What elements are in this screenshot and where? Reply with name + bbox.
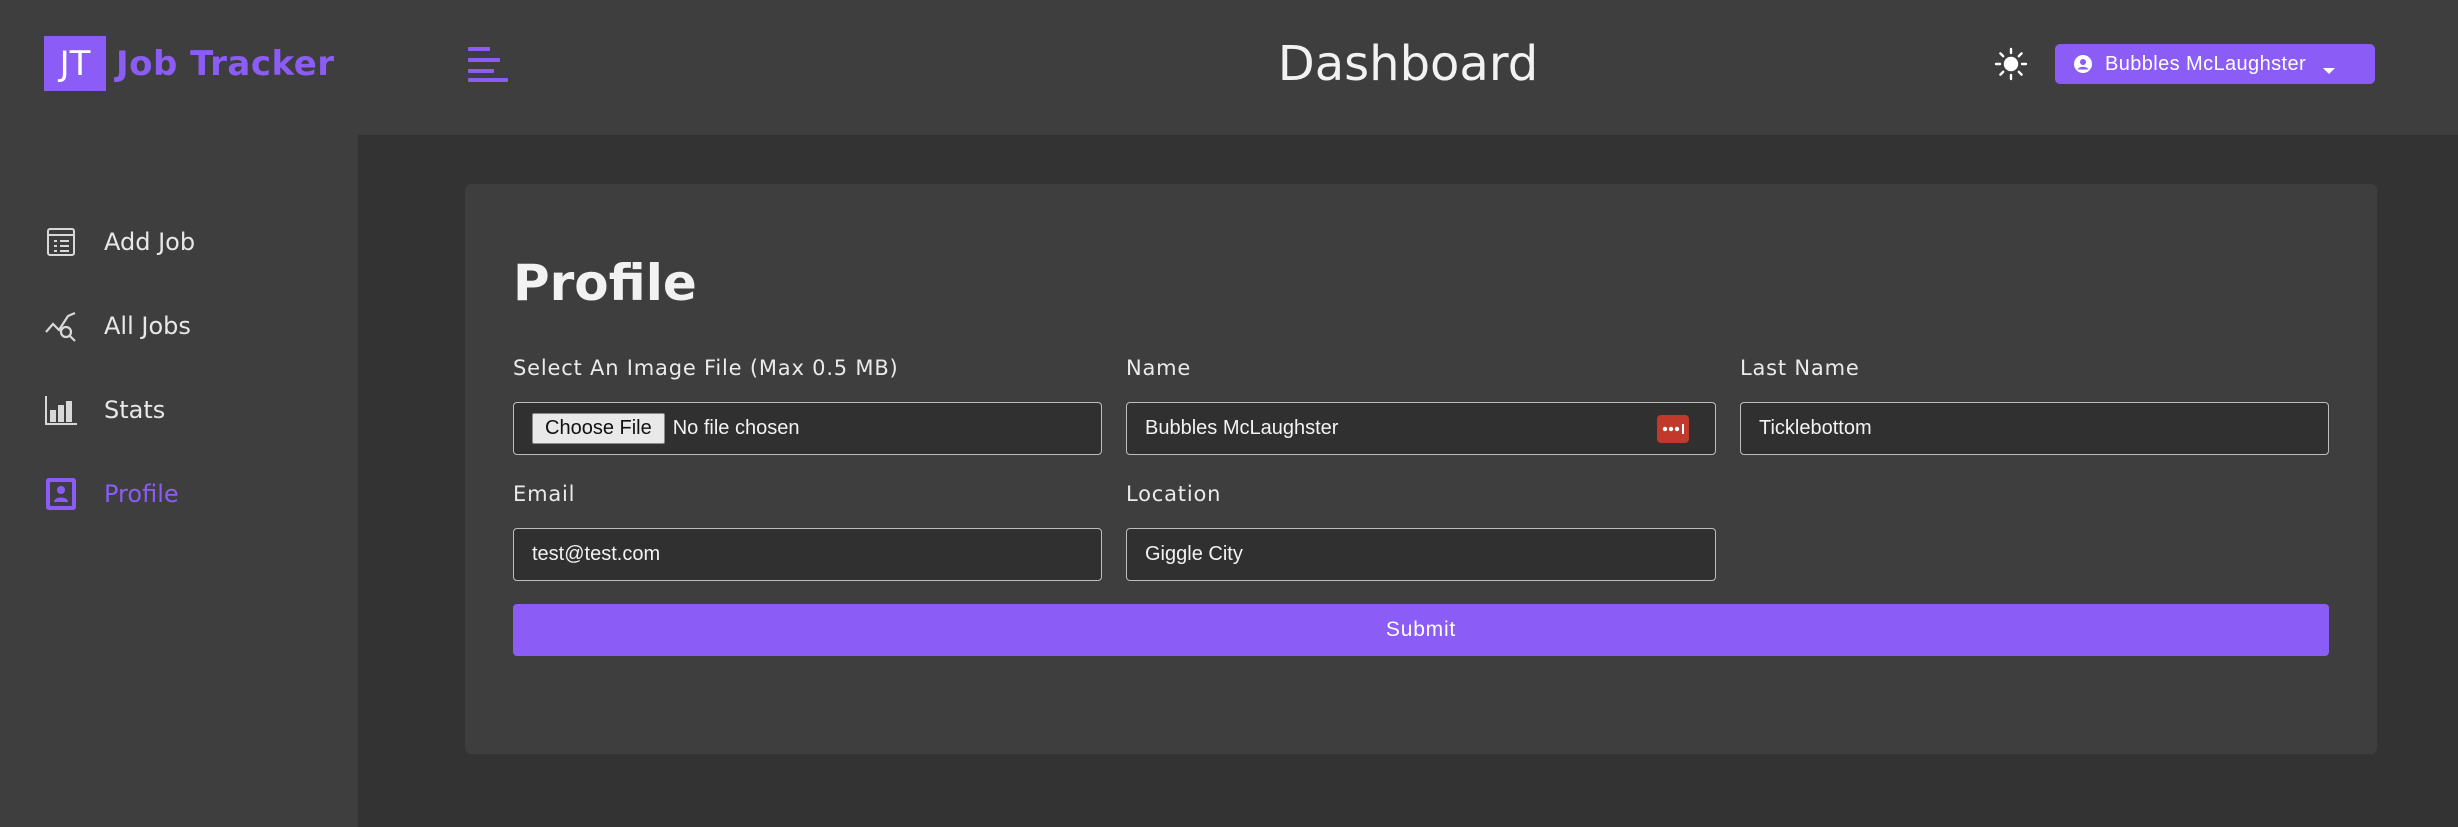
user-name: Bubbles McLaughster	[2105, 52, 2307, 75]
email-value: test@test.com	[532, 543, 661, 565]
sidebar-item-label: Stats	[104, 396, 166, 424]
submit-button[interactable]: Submit	[513, 604, 2329, 656]
logo-text: Job Tracker	[116, 43, 335, 84]
sidebar-item-label: Profile	[104, 480, 179, 508]
user-menu-button[interactable]: Bubbles McLaughster	[2055, 44, 2375, 84]
sidebar-item-add-job[interactable]: Add Job	[44, 200, 195, 284]
logo-mark: JT	[44, 36, 106, 91]
sun-icon	[1994, 47, 2028, 85]
file-status: No file chosen	[672, 417, 800, 439]
location-label: Location	[1126, 482, 1222, 506]
sidebar-item-label: All Jobs	[104, 312, 191, 340]
sidebar-item-label: Add Job	[104, 228, 196, 256]
sidebar: JT Job Tracker Add Job All Jobs Stats Pr…	[0, 0, 358, 827]
location-field[interactable]: Giggle City	[1126, 528, 1716, 581]
choose-file-button[interactable]: Choose File	[532, 413, 665, 444]
email-field[interactable]: test@test.com	[513, 528, 1102, 581]
sidebar-nav: Add Job All Jobs Stats Profile	[44, 200, 195, 536]
email-label: Email	[513, 482, 576, 506]
page-title: Dashboard	[1277, 36, 1539, 92]
hamburger-icon	[468, 47, 508, 87]
profile-icon	[44, 477, 78, 511]
theme-toggle-button[interactable]	[1994, 47, 2028, 81]
image-file-label: Select An Image File (Max 0.5 MB)	[513, 356, 899, 380]
name-field[interactable]: Bubbles McLaughster	[1126, 402, 1716, 455]
stats-icon	[44, 393, 78, 427]
sidebar-item-stats[interactable]: Stats	[44, 368, 195, 452]
all-jobs-icon	[44, 309, 78, 343]
image-file-input[interactable]: Choose File No file chosen	[513, 402, 1102, 455]
password-manager-icon[interactable]	[1657, 415, 1689, 443]
name-label: Name	[1126, 356, 1192, 380]
add-job-icon	[44, 225, 78, 259]
top-header: Dashboard Bubbles McLaughster	[358, 0, 2458, 135]
user-circle-icon	[2073, 54, 2093, 74]
location-value: Giggle City	[1145, 543, 1243, 565]
sidebar-item-profile[interactable]: Profile	[44, 452, 195, 536]
menu-toggle-button[interactable]	[468, 45, 508, 83]
app-root: JT Job Tracker Add Job All Jobs Stats Pr…	[0, 0, 2458, 827]
logo[interactable]: JT Job Tracker	[44, 36, 335, 91]
last-name-value: Ticklebottom	[1759, 417, 1872, 439]
sidebar-item-all-jobs[interactable]: All Jobs	[44, 284, 195, 368]
last-name-field[interactable]: Ticklebottom	[1740, 402, 2329, 455]
caret-down-icon	[2322, 59, 2336, 74]
profile-title: Profile	[513, 254, 697, 312]
last-name-label: Last Name	[1740, 356, 1860, 380]
profile-card: Profile Select An Image File (Max 0.5 MB…	[465, 184, 2377, 754]
name-value: Bubbles McLaughster	[1145, 417, 1339, 439]
